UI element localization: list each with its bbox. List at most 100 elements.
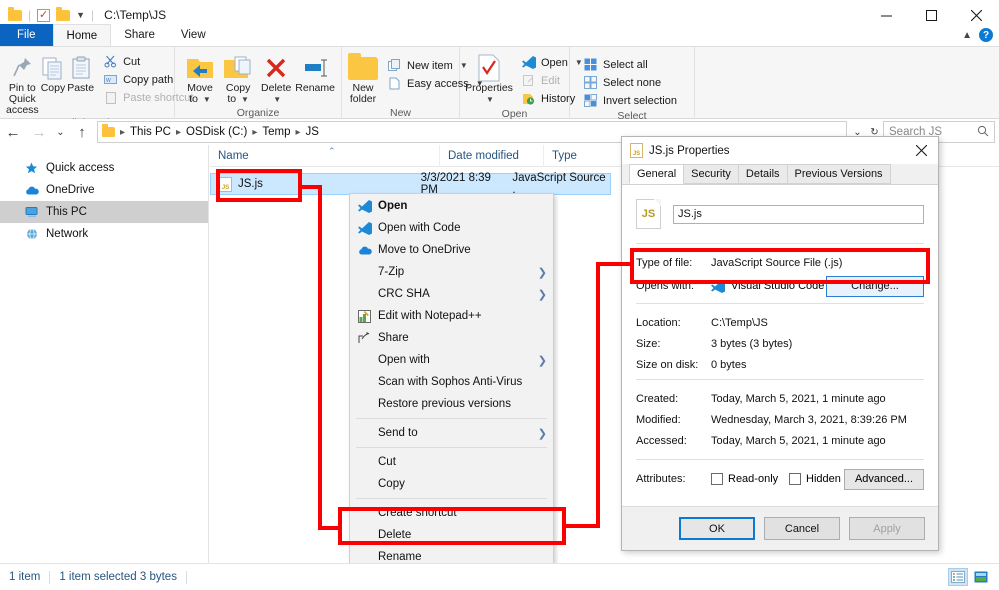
divider	[636, 243, 924, 244]
recent-locations-button[interactable]: ⌄	[52, 119, 69, 145]
up-button[interactable]: ↑	[69, 119, 95, 145]
help-icon[interactable]: ?	[979, 28, 993, 42]
menu-item-scan-with-sophos[interactable]: Scan with Sophos Anti-Virus	[350, 371, 553, 393]
column-header-name[interactable]: Name	[210, 144, 440, 167]
paste-icon	[70, 53, 92, 83]
vscode-icon	[358, 221, 378, 235]
tab-share[interactable]: Share	[111, 24, 168, 46]
status-selection-info: 1 item selected 3 bytes	[59, 571, 177, 583]
properties-button[interactable]: Properties ▼	[465, 51, 513, 105]
tab-security[interactable]: Security	[683, 164, 739, 184]
tab-general[interactable]: General	[629, 164, 685, 184]
forward-button[interactable]: →	[26, 119, 52, 145]
select-all-button[interactable]: Select all	[580, 56, 680, 73]
new-folder-label-line2: folder	[349, 93, 377, 105]
checkbox-icon[interactable]: ✓	[37, 8, 51, 22]
ribbon-group-new: New folder New item ▼ Easy access ▼ New	[342, 47, 484, 120]
menu-item-label: Cut	[378, 456, 396, 468]
details-view-button[interactable]	[948, 568, 968, 586]
invert-selection-button[interactable]: Invert selection	[580, 92, 680, 109]
menu-item-share[interactable]: Share	[350, 327, 553, 349]
star-pin-icon	[24, 161, 39, 176]
breadcrumb-item-this-pc[interactable]: This PC	[128, 126, 173, 138]
tab-view[interactable]: View	[168, 24, 219, 46]
tab-home[interactable]: Home	[52, 24, 112, 46]
file-type-cell: JavaScript Source .	[512, 172, 606, 196]
location-row: Location: C:\Temp\JS	[636, 312, 924, 333]
select-none-button[interactable]: Select none	[580, 74, 680, 91]
apply-button[interactable]: Apply	[849, 517, 925, 540]
ribbon-group-organize-title: Organize	[236, 107, 280, 119]
chevron-down-icon[interactable]: ▼	[76, 10, 85, 20]
sidebar-item-this-pc[interactable]: This PC	[0, 201, 208, 223]
breadcrumb-item-osdisk[interactable]: OSDisk (C:)	[184, 126, 249, 138]
menu-item-open-with-code[interactable]: Open with Code	[350, 217, 553, 239]
breadcrumb-item-js[interactable]: JS	[304, 126, 321, 138]
filename-field[interactable]: JS.js	[673, 204, 924, 224]
readonly-checkbox[interactable]	[711, 473, 723, 485]
menu-item-label: Open	[378, 200, 408, 212]
menu-separator	[356, 447, 547, 448]
column-header-date-modified[interactable]: Date modified	[440, 144, 544, 167]
dialog-footer: OK Cancel Apply	[622, 506, 938, 550]
folder-icon[interactable]	[8, 6, 22, 21]
change-button[interactable]: Change...	[826, 275, 924, 297]
delete-button[interactable]: Delete ▼	[257, 51, 295, 105]
size-row: Size: 3 bytes (3 bytes)	[636, 333, 924, 354]
new-folder-icon[interactable]	[56, 6, 71, 21]
pin-label-line1: Pin to Quick	[8, 82, 36, 105]
menu-item-delete[interactable]: Delete	[350, 524, 553, 546]
copy-to-button[interactable]: Copy to ▼	[219, 51, 257, 105]
menu-item-restore-previous-versions[interactable]: Restore previous versions	[350, 393, 553, 415]
menu-item-create-shortcut[interactable]: Create shortcut	[350, 502, 553, 524]
hidden-checkbox[interactable]	[789, 473, 801, 485]
large-icons-view-button[interactable]	[971, 568, 991, 586]
menu-item-label: Scan with Sophos Anti-Virus	[378, 376, 523, 388]
sidebar-item-network[interactable]: Network	[0, 223, 208, 245]
menu-item-open-with[interactable]: Open with ❯	[350, 349, 553, 371]
menu-item-move-to-onedrive[interactable]: Move to OneDrive	[350, 239, 553, 261]
properties-caret-icon[interactable]: ▼	[486, 94, 494, 105]
ribbon-group-open: Properties ▼ Open ▼ Edit History Open	[460, 47, 583, 120]
tab-previous-versions[interactable]: Previous Versions	[786, 164, 891, 184]
rename-button[interactable]: Rename	[295, 51, 335, 94]
dialog-close-button[interactable]	[904, 137, 938, 164]
share-icon	[358, 331, 378, 345]
ok-button[interactable]: OK	[679, 517, 755, 540]
search-icon	[977, 125, 989, 140]
tab-details[interactable]: Details	[737, 164, 788, 184]
copy-button[interactable]: Copy	[41, 51, 65, 94]
file-date-cell: 3/3/2021 8:39 PM	[420, 172, 491, 196]
size-on-disk-label: Size on disk:	[636, 358, 699, 371]
menu-item-copy[interactable]: Copy	[350, 473, 553, 495]
tab-file[interactable]: File	[0, 24, 53, 46]
created-label: Created:	[636, 392, 679, 405]
sidebar-item-quick-access[interactable]: Quick access	[0, 157, 208, 179]
cancel-button[interactable]: Cancel	[764, 517, 840, 540]
new-folder-button[interactable]: New folder	[348, 51, 378, 105]
sidebar-item-onedrive[interactable]: OneDrive	[0, 179, 208, 201]
readonly-checkbox-group[interactable]: Read-only	[711, 473, 789, 485]
pin-to-quick-access-button[interactable]: Pin to Quick access	[6, 51, 39, 116]
delete-caret-icon[interactable]: ▼	[273, 94, 281, 105]
paste-button[interactable]: Paste	[67, 51, 94, 94]
menu-item-send-to[interactable]: Send to ❯	[350, 422, 553, 444]
hidden-checkbox-group[interactable]: Hidden	[789, 473, 844, 485]
breadcrumb-item-temp[interactable]: Temp	[260, 126, 292, 138]
move-to-button[interactable]: Move to ▼	[181, 51, 219, 105]
menu-item-7-zip[interactable]: 7-Zip ❯	[350, 261, 553, 283]
chevron-up-icon[interactable]: ▲	[962, 30, 972, 41]
advanced-button[interactable]: Advanced...	[844, 468, 924, 490]
menu-item-crc-sha[interactable]: CRC SHA ❯	[350, 283, 553, 305]
menu-item-cut[interactable]: Cut	[350, 451, 553, 473]
menu-item-label: Copy	[378, 478, 405, 490]
paste-label: Paste	[67, 82, 95, 94]
open-label: Open	[541, 56, 568, 69]
menu-item-open[interactable]: Open	[350, 195, 553, 217]
table-row[interactable]: JS JS.js 3/3/2021 8:39 PM JavaScript Sou…	[210, 172, 611, 196]
menu-item-edit-with-notepadpp[interactable]: Edit with Notepad++	[350, 305, 553, 327]
dialog-title-bar: JS JS.js Properties	[622, 137, 938, 164]
sort-ascending-icon: ⌃	[328, 146, 336, 156]
back-button[interactable]: ←	[0, 119, 26, 145]
attributes-label: Attributes:	[636, 473, 686, 485]
